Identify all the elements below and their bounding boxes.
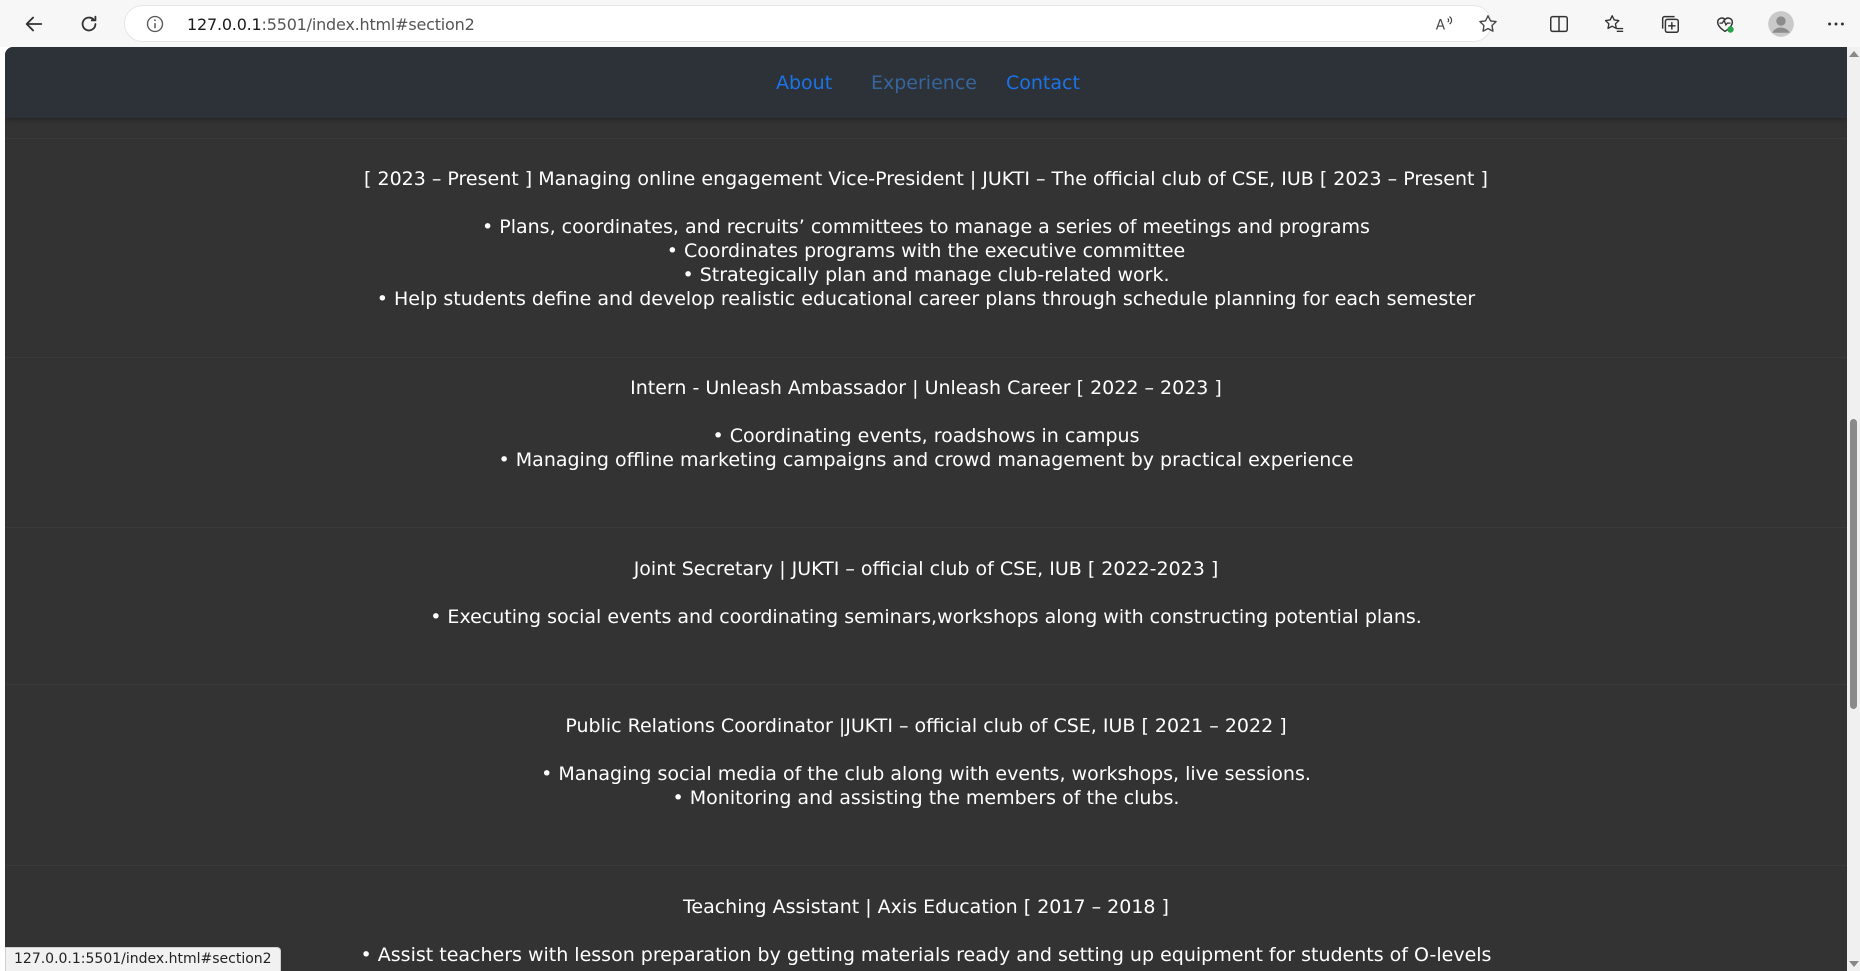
browser-essentials-icon (1716, 17, 1734, 33)
site-navbar: About Experience Contact (5, 47, 1847, 118)
scroll-up-arrow-icon[interactable] (1849, 51, 1859, 57)
experience-bullet: • Coordinates programs with the executiv… (666, 240, 1186, 262)
section-divider (5, 527, 1847, 528)
experience-title: Public Relations Coordinator |JUKTI – of… (565, 715, 1287, 737)
favorite-star-icon[interactable] (1477, 13, 1499, 35)
page-scrollbar[interactable] (1847, 47, 1860, 971)
experience-bullet: • Monitoring and assisting the members o… (672, 787, 1180, 809)
experience-title: Teaching Assistant | Axis Education [ 20… (683, 896, 1169, 918)
experience-title: Joint Secretary | JUKTI – official club … (633, 558, 1219, 580)
experience-bullet: • Managing offline marketing campaigns a… (498, 449, 1354, 471)
more-button[interactable] (1818, 6, 1854, 42)
experience-bullet: • Executing social events and coordinati… (430, 606, 1422, 628)
back-button[interactable] (16, 6, 52, 42)
profile-button[interactable] (1763, 6, 1799, 42)
split-screen-button[interactable] (1541, 6, 1577, 42)
page-viewport: About Experience Contact [ 2023 – Presen… (5, 47, 1847, 971)
profile-avatar-icon (1768, 11, 1794, 37)
address-bar[interactable]: 127.0.0.1:5501/index.html#section2 A (124, 5, 1497, 42)
address-url[interactable]: 127.0.0.1:5501/index.html#section2 (187, 15, 475, 34)
favorites-icon (1604, 15, 1624, 33)
nav-link-contact[interactable]: Contact (1006, 72, 1080, 94)
nav-link-about[interactable]: About (776, 72, 832, 94)
experience-bullet: • Assist teachers with lesson preparatio… (360, 944, 1492, 966)
section-divider (5, 684, 1847, 685)
scrollbar-thumb[interactable] (1850, 419, 1857, 709)
experience-entry: Joint Secretary | JUKTI – official club … (5, 557, 1847, 629)
experience-bullet: • Coordinating events, roadshows in camp… (712, 425, 1140, 447)
section-divider (5, 138, 1847, 139)
collections-button[interactable] (1652, 6, 1688, 42)
experience-bullet: • Help students define and develop reali… (376, 288, 1476, 310)
collections-icon (1661, 15, 1679, 33)
browser-toolbar: 127.0.0.1:5501/index.html#section2 A (0, 0, 1860, 47)
info-icon[interactable] (145, 14, 165, 34)
browser-essentials-button[interactable] (1707, 6, 1743, 42)
section-divider (5, 357, 1847, 358)
experience-bullets: • Coordinating events, roadshows in camp… (5, 424, 1847, 472)
nav-link-experience[interactable]: Experience (871, 72, 977, 94)
experience-entry: Public Relations Coordinator |JUKTI – of… (5, 714, 1847, 810)
more-icon (1828, 22, 1844, 26)
experience-bullets: • Executing social events and coordinati… (5, 605, 1847, 629)
split-screen-icon (1550, 15, 1568, 33)
experience-title: Intern - Unleash Ambassador | Unleash Ca… (630, 377, 1222, 399)
experience-entry: [ 2023 – Present ] Managing online engag… (5, 167, 1847, 311)
experience-title: [ 2023 – Present ] Managing online engag… (364, 168, 1488, 190)
refresh-button[interactable] (71, 6, 107, 42)
read-aloud-icon[interactable]: A (1433, 13, 1455, 35)
experience-bullets: • Assist teachers with lesson preparatio… (5, 943, 1847, 967)
section-divider (5, 865, 1847, 866)
favorites-button[interactable] (1596, 6, 1632, 42)
experience-bullets: • Managing social media of the club alon… (5, 762, 1847, 810)
experience-bullets: • Plans, coordinates, and recruits’ comm… (5, 215, 1847, 311)
back-icon (25, 16, 43, 32)
experience-entry: Intern - Unleash Ambassador | Unleash Ca… (5, 376, 1847, 472)
scroll-down-arrow-icon[interactable] (1849, 961, 1859, 967)
experience-bullet: • Strategically plan and manage club-rel… (682, 264, 1170, 286)
experience-bullet: • Plans, coordinates, and recruits’ comm… (482, 216, 1370, 238)
svg-text:A: A (1436, 18, 1446, 34)
experience-entry: Teaching Assistant | Axis Education [ 20… (5, 895, 1847, 967)
experience-bullet: • Managing social media of the club alon… (541, 763, 1311, 785)
refresh-icon (81, 15, 97, 32)
link-status-bubble: 127.0.0.1:5501/index.html#section2 (5, 947, 281, 971)
